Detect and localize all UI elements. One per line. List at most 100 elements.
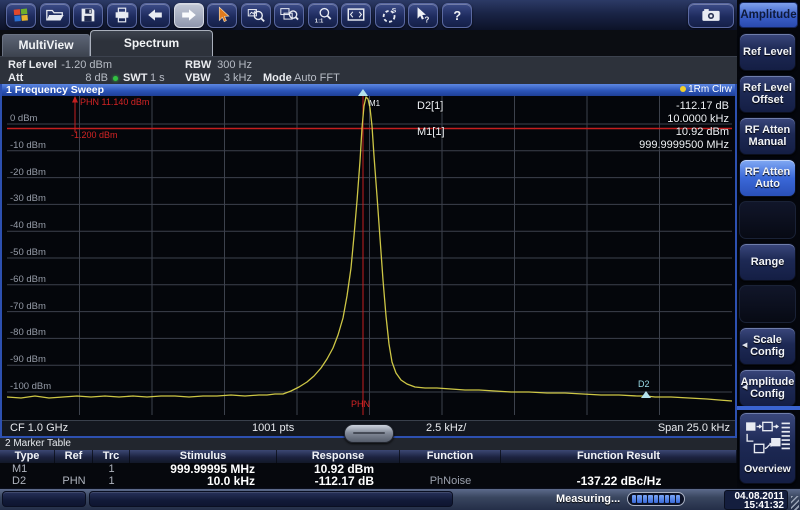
swt-value[interactable]: 1 s [150, 72, 165, 84]
screenshot-button[interactable] [688, 3, 734, 28]
mode-value[interactable]: Auto FFT [294, 72, 340, 84]
status-segment [89, 491, 453, 507]
window-splitter-handle[interactable] [344, 424, 394, 443]
softkey-scale-config[interactable]: ◀Scale Config [739, 327, 796, 365]
arrow-left-icon [141, 5, 169, 25]
print-button[interactable] [107, 3, 137, 28]
dialog-arrow-icon: ◀ [742, 340, 747, 352]
progress-segment [665, 495, 669, 503]
softkey-ref-level[interactable]: Ref Level [739, 33, 796, 71]
cursor-icon [208, 5, 236, 25]
help-icon: ? [443, 5, 471, 25]
trace-legend[interactable]: 1Rm Clrw [680, 84, 732, 96]
camera-icon [689, 5, 733, 25]
att-auto-indicator [113, 76, 118, 81]
display-icon [342, 5, 370, 25]
cell-response: -112.17 dB [277, 475, 400, 487]
softkey-range[interactable]: Range [739, 243, 796, 281]
softkey-label: Ref Level Offset [742, 82, 793, 106]
marker-m1-symbol[interactable] [358, 89, 368, 96]
mode-label: Mode [263, 72, 292, 84]
frequency-sweep-window: 1 Frequency Sweep 1Rm Clrw 0 dBm-10 dBm-… [0, 84, 737, 438]
y-axis-label: -100 dBm [10, 381, 51, 392]
y-axis-label: -60 dBm [10, 274, 46, 285]
select-mode-button[interactable] [207, 3, 237, 28]
zoom-off-button[interactable]: 1:1 [308, 3, 338, 28]
cell-result: -137.22 dBc/Hz [501, 475, 737, 487]
softkey-ref-level-offset[interactable]: Ref Level Offset [739, 75, 796, 113]
att-value[interactable]: 8 dB [58, 72, 108, 84]
zoom-mode-button[interactable] [241, 3, 271, 28]
softkey-label: Amplitude Config [741, 376, 795, 400]
progress-segment [654, 495, 658, 503]
floppy-icon [74, 5, 102, 25]
softkey-label: RF Atten Manual [742, 124, 793, 148]
windows-start-button[interactable] [6, 3, 36, 28]
measuring-status: Measuring... [556, 493, 620, 505]
marker-d2-name: D2[1] [417, 100, 443, 113]
center-frequency[interactable]: CF 1.0 GHz [10, 422, 68, 434]
rbw-label: RBW [185, 59, 211, 71]
smartgrid-button[interactable] [341, 3, 371, 28]
vbw-label: VBW [185, 72, 211, 84]
softkey-label: Ref Level [743, 46, 792, 58]
tab-multiview[interactable]: MultiView [2, 34, 90, 56]
y-axis-label: -90 dBm [10, 354, 46, 365]
toolbar: 1:1 S?? [0, 0, 800, 31]
softkey-rf-atten-auto[interactable]: RF Atten Auto [739, 159, 796, 197]
progress-segment [676, 495, 680, 503]
sequencer-icon: S [376, 5, 404, 25]
ref-level-value[interactable]: -1.20 dBm [58, 59, 112, 71]
redo-button[interactable] [174, 3, 204, 28]
rbw-value[interactable]: 300 Hz [212, 59, 252, 71]
softkey-amplitude-config[interactable]: ◀Amplitude Config [739, 369, 796, 407]
column-header-function: Function [400, 450, 501, 463]
svg-text:?: ? [424, 15, 429, 24]
svg-text:S: S [391, 8, 396, 15]
measurement-progress-bar [627, 492, 685, 506]
open-file-button[interactable] [40, 3, 70, 28]
column-header-function-result: Function Result [501, 450, 737, 463]
span-value[interactable]: Span 25.0 kHz [658, 422, 730, 434]
channel-settings-bar: Ref Level -1.20 dBm RBW 300 Hz Att 8 dB … [0, 56, 737, 85]
tab-spectrum[interactable]: Spectrum [90, 30, 213, 56]
folder-icon [41, 5, 69, 25]
cell-ref: PHN [55, 475, 93, 487]
marker-table-window: 2 Marker Table TypeRefTrcStimulusRespons… [0, 438, 737, 487]
channel-tabs: MultiView Spectrum [0, 30, 737, 56]
spectrum-plot [7, 96, 732, 415]
softkey-label: Scale Config [742, 334, 793, 358]
window-title: 1 Frequency Sweep [6, 84, 104, 96]
softkey-overview[interactable]: Overview [739, 412, 796, 484]
time-value: 15:41:32 [725, 501, 784, 510]
help-button[interactable]: ? [442, 3, 472, 28]
status-segment [2, 491, 86, 507]
cell-ref [55, 463, 93, 475]
window-title-bar[interactable]: 1 Frequency Sweep 1Rm Clrw [2, 84, 735, 96]
y-axis-label: -50 dBm [10, 247, 46, 258]
sequencer-button[interactable]: S [375, 3, 405, 28]
svg-text:?: ? [453, 8, 461, 23]
svg-text:1:1: 1:1 [314, 18, 323, 24]
context-help-button[interactable]: ? [408, 3, 438, 28]
cell-trc: 1 [93, 475, 130, 487]
att-label: Att [8, 72, 23, 84]
softkey-empty [739, 201, 796, 239]
multiple-zoom-button[interactable] [274, 3, 304, 28]
cell-type: M1 [0, 463, 55, 475]
save-button[interactable] [73, 3, 103, 28]
marker-d2-value: -112.17 dB [676, 100, 729, 113]
overview-label: Overview [740, 463, 795, 475]
undo-button[interactable] [140, 3, 170, 28]
marker-table-row-d2[interactable]: D2PHN110.0 kHz-112.17 dBPhNoise-137.22 d… [0, 475, 737, 487]
zoom-icon [242, 5, 270, 25]
cell-stimulus: 10.0 kHz [130, 475, 277, 487]
cursor-help-icon: ? [409, 5, 437, 25]
softkey-rf-atten-manual[interactable]: RF Atten Manual [739, 117, 796, 155]
vbw-value[interactable]: 3 kHz [212, 72, 252, 84]
arrow-right-icon [175, 5, 203, 25]
spectrum-display[interactable]: 0 dBm-10 dBm-20 dBm-30 dBm-40 dBm-50 dBm… [7, 96, 732, 415]
marker-d2-symbol[interactable] [641, 391, 651, 398]
progress-segment [659, 495, 663, 503]
scale-per-division: 2.5 kHz/ [426, 422, 466, 434]
